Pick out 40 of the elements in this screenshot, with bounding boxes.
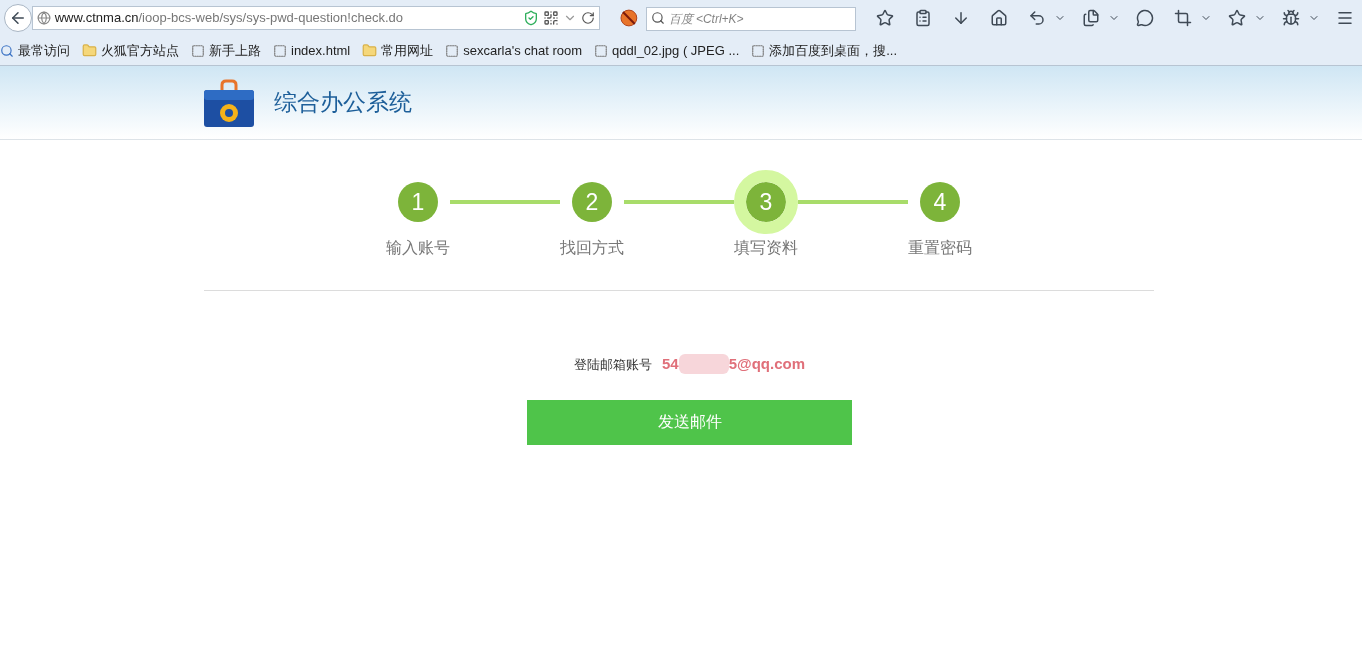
bookmark-item[interactable]: 添加百度到桌面，搜... bbox=[751, 40, 898, 61]
bookmark-item[interactable]: 最常访问 bbox=[0, 40, 70, 61]
step-number: 2 bbox=[572, 182, 612, 222]
briefcase-logo-icon bbox=[204, 78, 254, 127]
page-icon bbox=[751, 43, 766, 58]
email-value: 5@qq.com bbox=[728, 354, 805, 374]
redaction-blur bbox=[678, 354, 729, 375]
bookmark-item[interactable]: 火狐官方站点 bbox=[82, 40, 179, 61]
page-icon bbox=[594, 43, 609, 58]
page-icon bbox=[445, 43, 460, 58]
reload-icon[interactable] bbox=[580, 11, 595, 25]
step-label: 重置密码 bbox=[908, 238, 972, 258]
page-icon bbox=[273, 43, 287, 58]
url-text: www.ctnma.cn/ioop-bcs-web/sys/sys-pwd-question!check.do bbox=[54, 9, 404, 28]
step-number: 1 bbox=[398, 182, 438, 222]
site-title: 综合办公系统 bbox=[274, 88, 412, 118]
search-icon bbox=[0, 43, 14, 58]
search-icon bbox=[650, 11, 665, 25]
bookmark-item[interactable]: index.html bbox=[273, 40, 351, 61]
step-label: 填写资料 bbox=[734, 238, 798, 258]
step-number: 4 bbox=[920, 182, 960, 222]
blocked-icon[interactable] bbox=[619, 9, 638, 27]
email-value: 54 bbox=[662, 354, 679, 374]
step-label: 找回方式 bbox=[560, 238, 624, 258]
bookmark-item[interactable]: 新手上路 bbox=[191, 40, 261, 61]
globe-icon bbox=[36, 11, 51, 25]
back-button[interactable] bbox=[4, 4, 32, 32]
shield-icon bbox=[522, 10, 539, 26]
step-number: 3 bbox=[734, 170, 798, 234]
bookmark-item[interactable]: 常用网址 bbox=[362, 40, 434, 61]
qr-code-icon[interactable] bbox=[542, 10, 559, 26]
folder-icon bbox=[82, 43, 97, 58]
bookmark-item[interactable]: qddl_02.jpg ( JPEG ... bbox=[594, 40, 740, 61]
bookmark-item[interactable]: sexcarla's chat room bbox=[445, 40, 583, 61]
search-field[interactable]: 百度 <Ctrl+K> bbox=[645, 7, 856, 31]
page-icon bbox=[191, 43, 205, 58]
folder-icon bbox=[362, 43, 378, 58]
step-label: 输入账号 bbox=[386, 238, 450, 258]
email-label: 登陆邮箱账号 bbox=[574, 355, 652, 374]
address-bar[interactable]: www.ctnma.cn/ioop-bcs-web/sys/sys-pwd-question!check.do bbox=[31, 6, 600, 30]
